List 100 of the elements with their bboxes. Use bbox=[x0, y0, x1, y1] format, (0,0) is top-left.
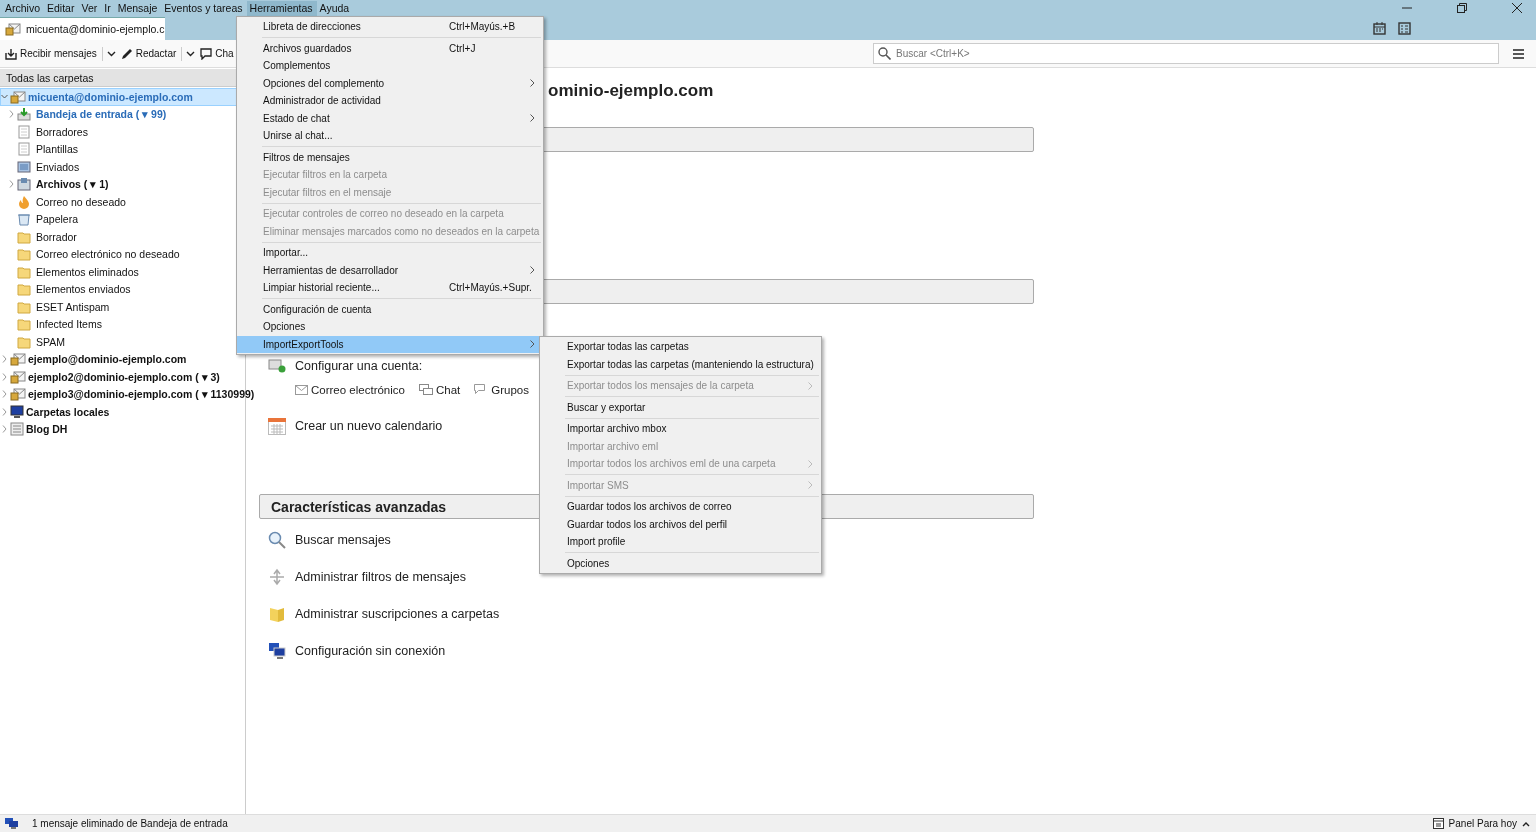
folder-row[interactable]: Carpetas locales bbox=[0, 403, 245, 421]
account-type-link[interactable]: Chat bbox=[418, 384, 461, 396]
newspaper-icon bbox=[10, 422, 24, 437]
folder-label: micuenta@dominio-ejemplo.com bbox=[28, 90, 193, 103]
toolbar-button[interactable]: Redactar bbox=[119, 44, 199, 63]
menu-item[interactable]: Importar archivo mbox bbox=[540, 420, 821, 438]
feature-link[interactable]: Administrar suscripciones a carpetas bbox=[295, 607, 500, 621]
sent-folder-icon bbox=[17, 159, 31, 174]
search-icon bbox=[878, 47, 891, 60]
shortcut-label: Ctrl+J bbox=[449, 42, 476, 54]
inbox-icon bbox=[17, 107, 31, 122]
search-input[interactable]: Buscar <Ctrl+K> bbox=[896, 48, 1498, 59]
expand-chevron-icon[interactable] bbox=[1, 407, 8, 416]
folder-label: Archivos ( ▾ 1) bbox=[36, 178, 109, 191]
folder-label: Infected Items bbox=[36, 318, 102, 331]
menu-bar-item[interactable]: Mensaje bbox=[114, 0, 162, 16]
expand-chevron-icon[interactable] bbox=[1, 390, 8, 399]
menu-bar-item[interactable]: Ver bbox=[78, 0, 102, 16]
download-icon bbox=[5, 47, 17, 60]
menu-bar-item[interactable]: Ir bbox=[101, 0, 115, 16]
trash-icon bbox=[17, 212, 31, 227]
folder-icon bbox=[17, 264, 31, 279]
computer-icon bbox=[10, 404, 24, 419]
account-type-link[interactable]: Grupos bbox=[474, 384, 529, 396]
toolbar-button[interactable]: Recibir mensajes bbox=[4, 44, 119, 63]
document-icon bbox=[17, 124, 31, 139]
folder-label: SPAM bbox=[36, 335, 65, 348]
menu-item[interactable]: Guardar todos los archivos de correo bbox=[540, 498, 821, 516]
menu-bar-item[interactable]: Herramientas bbox=[246, 0, 317, 16]
today-pane-button[interactable]: Panel Para hoy bbox=[1432, 818, 1530, 829]
expand-chevron-icon[interactable] bbox=[1, 425, 8, 434]
folder-label: Blog DH bbox=[26, 423, 68, 436]
mail-account-icon bbox=[10, 387, 26, 402]
menu-item[interactable]: Libreta de direcciones Ctrl+Mayús.+B bbox=[237, 18, 543, 36]
restore-icon[interactable] bbox=[1457, 3, 1467, 13]
mail-account-icon bbox=[10, 352, 26, 367]
folder-label: Bandeja de entrada ( ▾ 99) bbox=[36, 108, 167, 121]
folder-row[interactable]: ejemplo2@dominio-ejemplo.com ( ▾ 3) bbox=[0, 368, 245, 386]
folder-label: Enviados bbox=[36, 160, 80, 173]
envelope-icon bbox=[295, 385, 308, 395]
chevron-up-icon bbox=[1522, 820, 1530, 827]
folder-label: Carpetas locales bbox=[26, 405, 110, 418]
folder-label: Correo electrónico no deseado bbox=[36, 248, 180, 261]
close-icon[interactable] bbox=[1512, 3, 1522, 13]
menu-bar-item[interactable]: Archivo bbox=[2, 0, 44, 16]
shortcut-label: Ctrl+Mayús.+Supr. bbox=[449, 282, 532, 294]
folder-label: Plantillas bbox=[36, 143, 79, 156]
menu-bar-item[interactable]: Eventos y tareas bbox=[161, 0, 247, 16]
folder-label: ejemplo2@dominio-ejemplo.com ( ▾ 3) bbox=[28, 370, 220, 383]
search-field[interactable]: Buscar <Ctrl+K> bbox=[873, 43, 1499, 64]
chat-bubbles-icon bbox=[418, 384, 433, 396]
setup-label: Configurar una cuenta: bbox=[295, 359, 423, 373]
pencil-icon bbox=[120, 47, 133, 60]
menu-item[interactable]: Buscar y exportar bbox=[540, 398, 821, 416]
expand-chevron-icon[interactable] bbox=[1, 372, 8, 381]
folder-icon bbox=[17, 299, 31, 314]
toolbar-button[interactable]: Cha bbox=[199, 45, 235, 62]
folder-icon bbox=[17, 247, 31, 262]
dropdown-chevron-icon[interactable] bbox=[186, 50, 196, 57]
menu-icon[interactable] bbox=[1513, 48, 1524, 59]
status-text: 1 mensaje eliminado de Bandeja de entrada bbox=[32, 818, 228, 829]
monitors-icon bbox=[5, 818, 18, 829]
expand-chevron-icon[interactable] bbox=[8, 110, 15, 119]
tab-title: micuenta@dominio-ejemplo.c bbox=[26, 23, 165, 35]
folder-label: Borradores bbox=[36, 125, 88, 138]
mail-account-icon bbox=[5, 22, 21, 36]
menu-item[interactable]: Exportar todas las carpetas (manteniendo la estructura) bbox=[540, 355, 821, 373]
menu-bar-item[interactable]: Ayuda bbox=[316, 0, 354, 16]
folder-label: ejemplo3@dominio-ejemplo.com ( ▾ 1130999) bbox=[28, 388, 255, 401]
folder-icon bbox=[17, 334, 31, 349]
menu-item[interactable]: Import profile bbox=[540, 533, 821, 551]
mail-account-icon bbox=[10, 369, 26, 384]
feature-link[interactable]: Configuración sin conexión bbox=[295, 644, 446, 658]
account-type-link[interactable]: Correo electrónico bbox=[295, 384, 405, 396]
dropdown-chevron-icon[interactable] bbox=[106, 50, 116, 57]
account-tab[interactable]: micuenta@dominio-ejemplo.c bbox=[0, 17, 165, 40]
folder-label: Elementos enviados bbox=[36, 283, 131, 296]
calendar-icon[interactable] bbox=[1373, 22, 1386, 35]
flame-icon bbox=[17, 194, 31, 209]
menu-bar-item[interactable]: Editar bbox=[44, 0, 79, 16]
feature-link[interactable]: Buscar mensajes bbox=[295, 533, 391, 547]
folder-icon bbox=[17, 317, 31, 332]
archive-icon bbox=[17, 177, 31, 192]
folder-label: ESET Antispam bbox=[36, 300, 110, 313]
account-title: ominio-ejemplo.com bbox=[548, 81, 714, 102]
task-list-icon[interactable] bbox=[1398, 22, 1411, 35]
menu-item[interactable]: Exportar todas las carpetas bbox=[540, 338, 821, 356]
create-calendar-link[interactable]: Crear un nuevo calendario bbox=[295, 419, 443, 433]
collapse-chevron-icon[interactable] bbox=[1, 92, 8, 101]
folder-label: ejemplo@dominio-ejemplo.com bbox=[28, 353, 187, 366]
folder-label: Correo no deseado bbox=[36, 195, 126, 208]
expand-chevron-icon[interactable] bbox=[1, 355, 8, 364]
feature-link[interactable]: Administrar filtros de mensajes bbox=[295, 570, 466, 584]
folder-row[interactable]: ejemplo@dominio-ejemplo.com bbox=[0, 350, 245, 368]
folder-label: Borrador bbox=[36, 230, 77, 243]
expand-chevron-icon[interactable] bbox=[8, 180, 15, 189]
menu-item[interactable]: Opciones bbox=[540, 554, 821, 572]
menu-item[interactable]: Archivos guardados Ctrl+J bbox=[237, 39, 543, 57]
folder-row[interactable]: Blog DH bbox=[0, 420, 245, 438]
folder-label: Elementos eliminados bbox=[36, 265, 139, 278]
